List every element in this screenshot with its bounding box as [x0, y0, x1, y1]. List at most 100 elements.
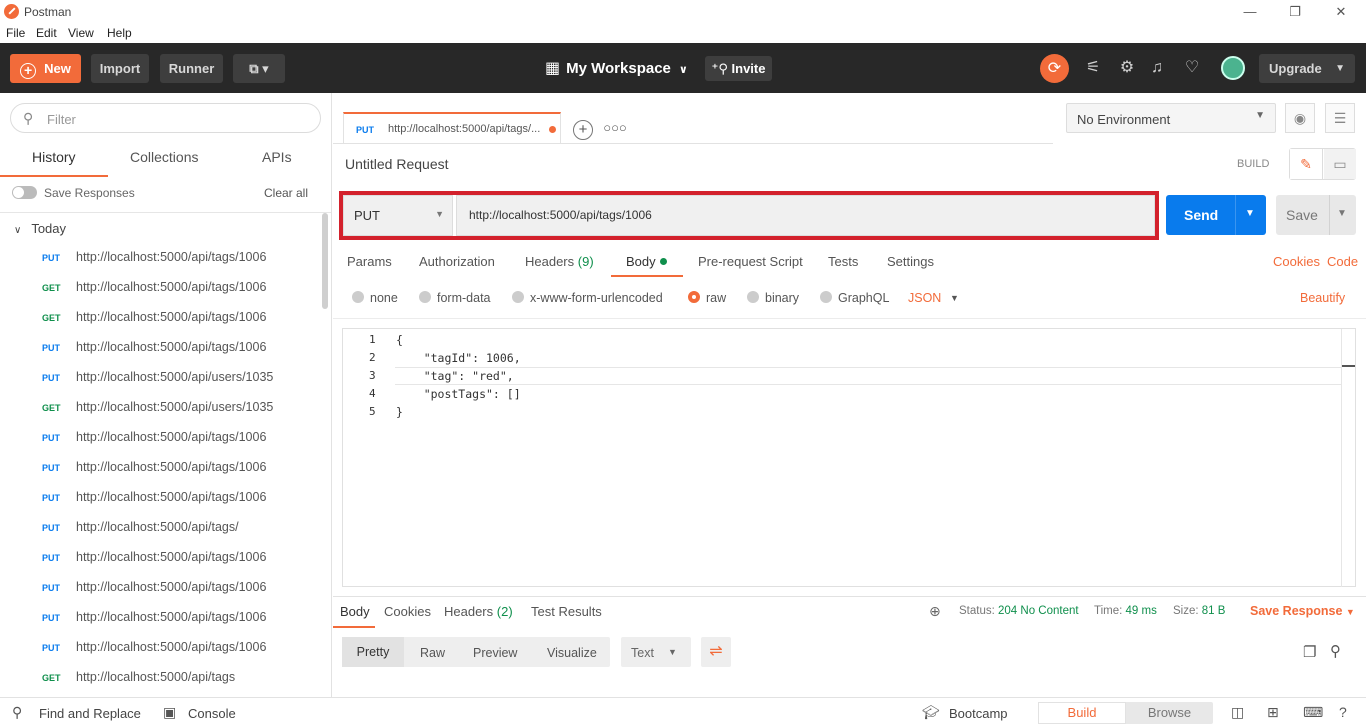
- tab-history[interactable]: History: [32, 149, 76, 165]
- help-icon[interactable]: ?: [1339, 704, 1347, 720]
- pencil-icon[interactable]: ✎: [1290, 149, 1323, 179]
- more-tabs-icon[interactable]: ○○○: [601, 120, 629, 140]
- history-item[interactable]: PUT http://localhost:5000/api/tags/1006: [0, 333, 320, 363]
- history-item[interactable]: GET http://localhost:5000/api/users/1035: [0, 393, 320, 423]
- radio-binary[interactable]: binary: [747, 291, 799, 305]
- globe-icon[interactable]: ⊕: [929, 603, 941, 620]
- view-pretty[interactable]: Pretty: [342, 637, 404, 667]
- view-raw[interactable]: Raw: [420, 646, 445, 660]
- code-link[interactable]: Code: [1327, 254, 1358, 269]
- tab-tests[interactable]: Tests: [828, 254, 858, 269]
- console-button[interactable]: Console: [188, 706, 236, 721]
- radio-graphql[interactable]: GraphQL: [820, 291, 889, 305]
- history-item[interactable]: PUT http://localhost:5000/api/tags/1006: [0, 243, 320, 273]
- response-tab-test-results[interactable]: Test Results: [531, 604, 602, 619]
- history-item[interactable]: PUT http://localhost:5000/api/tags/1006: [0, 603, 320, 633]
- filter-input[interactable]: ⚲ Filter: [10, 103, 321, 133]
- menu-file[interactable]: File: [6, 26, 25, 40]
- method-select[interactable]: PUT ▼: [343, 195, 453, 236]
- eye-icon[interactable]: ◉: [1285, 103, 1315, 133]
- bootcamp-button[interactable]: Bootcamp: [949, 706, 1008, 721]
- caret-down-icon[interactable]: ▼: [950, 293, 959, 303]
- bell-icon[interactable]: ♫: [1146, 57, 1168, 79]
- sidebar-scrollbar[interactable]: [322, 213, 328, 309]
- history-item[interactable]: PUT http://localhost:5000/api/tags/1006: [0, 633, 320, 663]
- new-window-button[interactable]: ⧉ ▾: [233, 54, 285, 83]
- import-button[interactable]: Import: [91, 54, 149, 83]
- history-item[interactable]: PUT http://localhost:5000/api/tags/1006: [0, 423, 320, 453]
- copy-icon[interactable]: ❐: [1303, 643, 1316, 661]
- history-item[interactable]: PUT http://localhost:5000/api/tags/: [0, 513, 320, 543]
- sync-icon[interactable]: ⟳: [1040, 54, 1069, 83]
- menu-edit[interactable]: Edit: [36, 26, 57, 40]
- tab-params[interactable]: Params: [347, 254, 392, 269]
- search-icon[interactable]: ⚲: [1330, 642, 1341, 660]
- clear-all-button[interactable]: Clear all: [264, 186, 308, 200]
- settings-gear-icon[interactable]: ⚙: [1116, 57, 1138, 79]
- tab-headers[interactable]: Headers (9): [525, 254, 594, 269]
- add-tab-button[interactable]: +: [573, 120, 593, 140]
- upgrade-button[interactable]: Upgrade ▼: [1259, 54, 1355, 83]
- satellite-icon[interactable]: ⚟: [1082, 57, 1104, 79]
- menu-view[interactable]: View: [68, 26, 94, 40]
- layout-icon[interactable]: ⊞: [1267, 704, 1279, 721]
- view-preview[interactable]: Preview: [473, 646, 517, 660]
- find-and-replace-button[interactable]: Find and Replace: [39, 706, 141, 721]
- history-item[interactable]: PUT http://localhost:5000/api/tags/1006: [0, 543, 320, 573]
- beautify-link[interactable]: Beautify: [1300, 291, 1345, 305]
- heart-icon[interactable]: ♡: [1181, 57, 1203, 79]
- sliders-icon[interactable]: ☰: [1325, 103, 1355, 133]
- editor-scrollbar[interactable]: [1341, 329, 1355, 587]
- two-pane-icon[interactable]: ◫: [1231, 704, 1244, 721]
- history-item[interactable]: PUT http://localhost:5000/api/tags/1006: [0, 573, 320, 603]
- send-options-caret-icon[interactable]: ▼: [1245, 208, 1255, 219]
- radio-raw[interactable]: raw: [688, 291, 726, 305]
- comment-icon[interactable]: ▭: [1324, 149, 1356, 179]
- history-item[interactable]: GET http://localhost:5000/api/tags: [0, 663, 320, 693]
- tab-body[interactable]: Body: [626, 254, 667, 269]
- avatar[interactable]: [1221, 56, 1245, 80]
- tab-authorization[interactable]: Authorization: [419, 254, 495, 269]
- workspace-selector[interactable]: ▦ My Workspace ∨: [545, 58, 688, 78]
- response-tab-body[interactable]: Body: [340, 604, 370, 619]
- tab-prerequest-script[interactable]: Pre-request Script: [698, 254, 803, 269]
- save-response-button[interactable]: Save Response ▼: [1250, 604, 1355, 618]
- history-item[interactable]: PUT http://localhost:5000/api/tags/1006: [0, 453, 320, 483]
- close-button[interactable]: ✕: [1331, 2, 1351, 22]
- radio-urlencoded[interactable]: x-www-form-urlencoded: [512, 291, 663, 305]
- history-group-today[interactable]: ∨ Today: [14, 221, 66, 236]
- new-button[interactable]: + New: [10, 54, 81, 83]
- keyboard-shortcuts-icon[interactable]: ⌨: [1303, 704, 1323, 721]
- response-tab-headers[interactable]: Headers (2): [444, 604, 513, 619]
- history-item[interactable]: PUT http://localhost:5000/api/tags/1006: [0, 483, 320, 513]
- history-item[interactable]: GET http://localhost:5000/api/tags/1006: [0, 303, 320, 333]
- tab-collections[interactable]: Collections: [130, 149, 198, 165]
- invite-button[interactable]: ⁺⚲ Invite: [705, 56, 772, 81]
- send-button[interactable]: Send ▼: [1166, 195, 1266, 235]
- restore-button[interactable]: ❐: [1285, 2, 1305, 22]
- response-format-select[interactable]: Text ▼: [621, 637, 691, 667]
- save-options-caret-icon[interactable]: ▼: [1337, 208, 1347, 219]
- browse-mode-button[interactable]: Browse: [1126, 702, 1213, 724]
- view-visualize[interactable]: Visualize: [547, 646, 597, 660]
- code-editor[interactable]: 1 2 3 4 5 { "tagId": 1006, "tag": "red", "po…: [342, 328, 1356, 587]
- save-responses-toggle[interactable]: [12, 186, 37, 199]
- format-select[interactable]: JSON: [908, 291, 941, 305]
- request-name[interactable]: Untitled Request: [345, 156, 449, 172]
- url-input[interactable]: http://localhost:5000/api/tags/1006: [456, 195, 1155, 236]
- radio-form-data[interactable]: form-data: [419, 291, 491, 305]
- radio-none[interactable]: none: [352, 291, 398, 305]
- runner-button[interactable]: Runner: [160, 54, 223, 83]
- minimize-button[interactable]: —: [1240, 2, 1260, 22]
- cookies-link[interactable]: Cookies: [1273, 254, 1320, 269]
- save-button[interactable]: Save ▼: [1276, 195, 1356, 235]
- request-tab[interactable]: PUT http://localhost:5000/api/tags/...: [343, 112, 561, 144]
- response-tab-cookies[interactable]: Cookies: [384, 604, 431, 619]
- build-mode-button[interactable]: Build: [1038, 702, 1126, 724]
- tab-apis[interactable]: APIs: [262, 149, 292, 165]
- wrap-lines-icon[interactable]: ⇌: [701, 637, 731, 667]
- environment-select[interactable]: No Environment ▼: [1066, 103, 1276, 133]
- tab-settings[interactable]: Settings: [887, 254, 934, 269]
- history-item[interactable]: PUT http://localhost:5000/api/users/1035: [0, 363, 320, 393]
- menu-help[interactable]: Help: [107, 26, 132, 40]
